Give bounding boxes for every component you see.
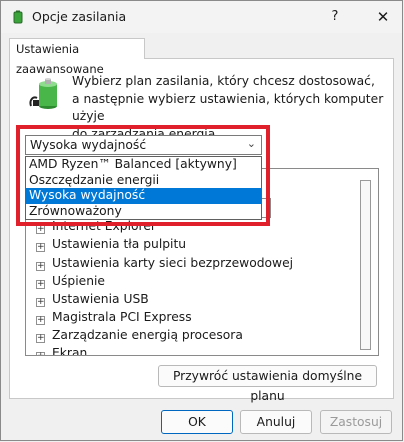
battery-plug-icon xyxy=(13,10,23,24)
tree-item-label: Ustawienia tła pulpitu xyxy=(52,237,187,251)
expand-icon[interactable]: + xyxy=(36,352,45,355)
tree-item-display[interactable]: + Ekran xyxy=(36,346,88,356)
expand-icon[interactable]: + xyxy=(36,280,45,289)
tree-item-desktop-background[interactable]: + Ustawienia tła pulpitu xyxy=(36,237,186,255)
restore-defaults-button[interactable]: Przywróć ustawienia domyślne planu xyxy=(158,365,377,403)
tree-item-usb-settings[interactable]: + Ustawienia USB xyxy=(36,292,149,310)
close-button[interactable]: ✕ xyxy=(371,6,395,28)
window-title: Opcje zasilania xyxy=(32,9,127,24)
ok-button[interactable]: OK xyxy=(161,410,233,434)
expand-icon[interactable]: + xyxy=(36,298,45,307)
tree-item-label: Uśpienie xyxy=(52,274,105,288)
tree-item-label: Ekran xyxy=(52,346,88,356)
apply-button[interactable]: Zastosuj xyxy=(320,410,392,434)
help-button[interactable]: ? xyxy=(323,6,347,28)
expand-icon[interactable]: + xyxy=(36,316,45,325)
annotation-highlight-frame xyxy=(16,125,270,226)
instructions-line-1: Wybierz plan zasilania, który chcesz dos… xyxy=(72,74,375,88)
tree-item-pci-express[interactable]: + Magistrala PCI Express xyxy=(36,310,192,328)
tree-item-wireless-adapter[interactable]: + Ustawienia karty sieci bezprzewodowej xyxy=(36,256,293,274)
expand-icon[interactable]: + xyxy=(36,334,45,343)
expand-icon[interactable]: + xyxy=(36,225,45,234)
tree-item-label: Zarządzanie energią procesora xyxy=(52,328,243,342)
tree-item-label: Magistrala PCI Express xyxy=(52,310,192,324)
tab-advanced-settings[interactable]: Ustawienia zaawansowane xyxy=(9,38,145,76)
tree-item-label: Ustawienia karty sieci bezprzewodowej xyxy=(52,256,294,270)
expand-icon[interactable]: + xyxy=(36,243,45,252)
tree-item-sleep[interactable]: + Uśpienie xyxy=(36,274,105,292)
instructions-line-2: a następnie wybierz ustawienia, których … xyxy=(72,91,384,124)
tree-item-processor-power[interactable]: + Zarządzanie energią procesora xyxy=(36,328,243,346)
expand-icon[interactable]: + xyxy=(36,262,45,271)
vertical-scrollbar[interactable] xyxy=(360,180,371,350)
power-plan-battery-icon xyxy=(29,78,57,109)
title-bar: Opcje zasilania ? ✕ xyxy=(1,1,402,33)
cancel-button[interactable]: Anuluj xyxy=(240,410,312,434)
tree-item-label: Ustawienia USB xyxy=(52,292,149,306)
